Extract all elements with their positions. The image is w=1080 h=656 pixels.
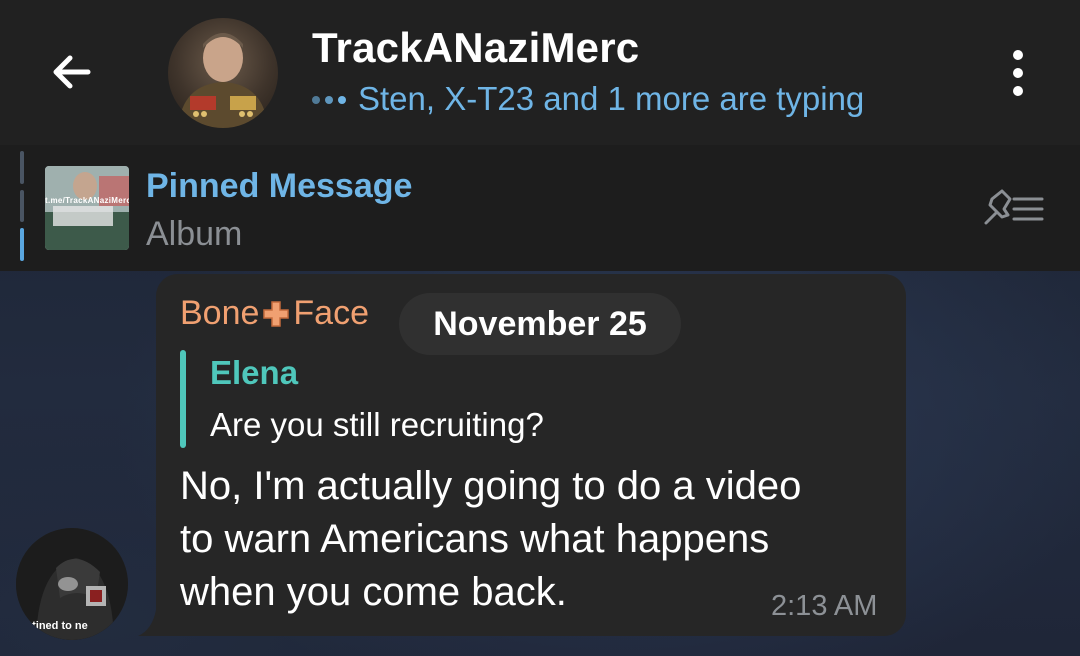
chat-header: TrackANaziMerc Sten, X-T23 and 1 more ar… bbox=[0, 0, 1080, 145]
message-line: to warn Americans what happens bbox=[180, 517, 770, 561]
chat-title[interactable]: TrackANaziMerc bbox=[312, 24, 639, 72]
sender-name-part1: Bone bbox=[180, 294, 260, 332]
reply-quote[interactable]: Elena Are you still recruiting? bbox=[180, 350, 880, 448]
sender-avatar[interactable]: stined to ne bbox=[16, 528, 128, 640]
sender-name[interactable]: Bone Face bbox=[180, 294, 369, 333]
more-vertical-icon bbox=[1013, 50, 1023, 60]
message-line: No, I'm actually going to do a video bbox=[180, 464, 802, 508]
pinned-message-bar[interactable]: t.me/TrackANaziMerc Pinned Message Album bbox=[0, 145, 1080, 271]
typing-status-text: Sten, X-T23 and 1 more are typing bbox=[358, 80, 865, 117]
pinned-subtitle: Album bbox=[146, 215, 243, 253]
cross-icon bbox=[263, 300, 290, 327]
reply-text: Are you still recruiting? bbox=[210, 406, 544, 443]
chat-avatar[interactable] bbox=[168, 18, 278, 128]
typing-status: Sten, X-T23 and 1 more are typing bbox=[312, 80, 864, 118]
portrait-image bbox=[178, 33, 268, 128]
arrow-left-icon bbox=[53, 55, 91, 89]
bubble-tail bbox=[138, 610, 160, 636]
pinned-thumbnail: t.me/TrackANaziMerc bbox=[45, 166, 129, 250]
reply-bar bbox=[180, 350, 186, 448]
thumbnail-image bbox=[45, 166, 129, 250]
thumbnail-caption: t.me/TrackANaziMerc bbox=[45, 196, 129, 205]
date-separator: November 25 bbox=[399, 293, 681, 355]
pinned-list-button[interactable] bbox=[978, 185, 1050, 233]
back-button[interactable] bbox=[36, 36, 108, 108]
message-time: 2:13 AM bbox=[771, 590, 878, 622]
pinned-list-icon bbox=[984, 189, 1044, 225]
sender-name-part2: Face bbox=[293, 294, 369, 332]
typing-dots-icon bbox=[312, 96, 346, 104]
reply-author: Elena bbox=[210, 354, 299, 391]
more-options-button[interactable] bbox=[990, 38, 1046, 108]
pinned-title: Pinned Message bbox=[146, 167, 413, 205]
pinned-indicator bbox=[20, 151, 24, 262]
avatar-caption: stined to ne bbox=[26, 620, 88, 632]
chat-screen: TrackANaziMerc Sten, X-T23 and 1 more ar… bbox=[0, 0, 1080, 656]
